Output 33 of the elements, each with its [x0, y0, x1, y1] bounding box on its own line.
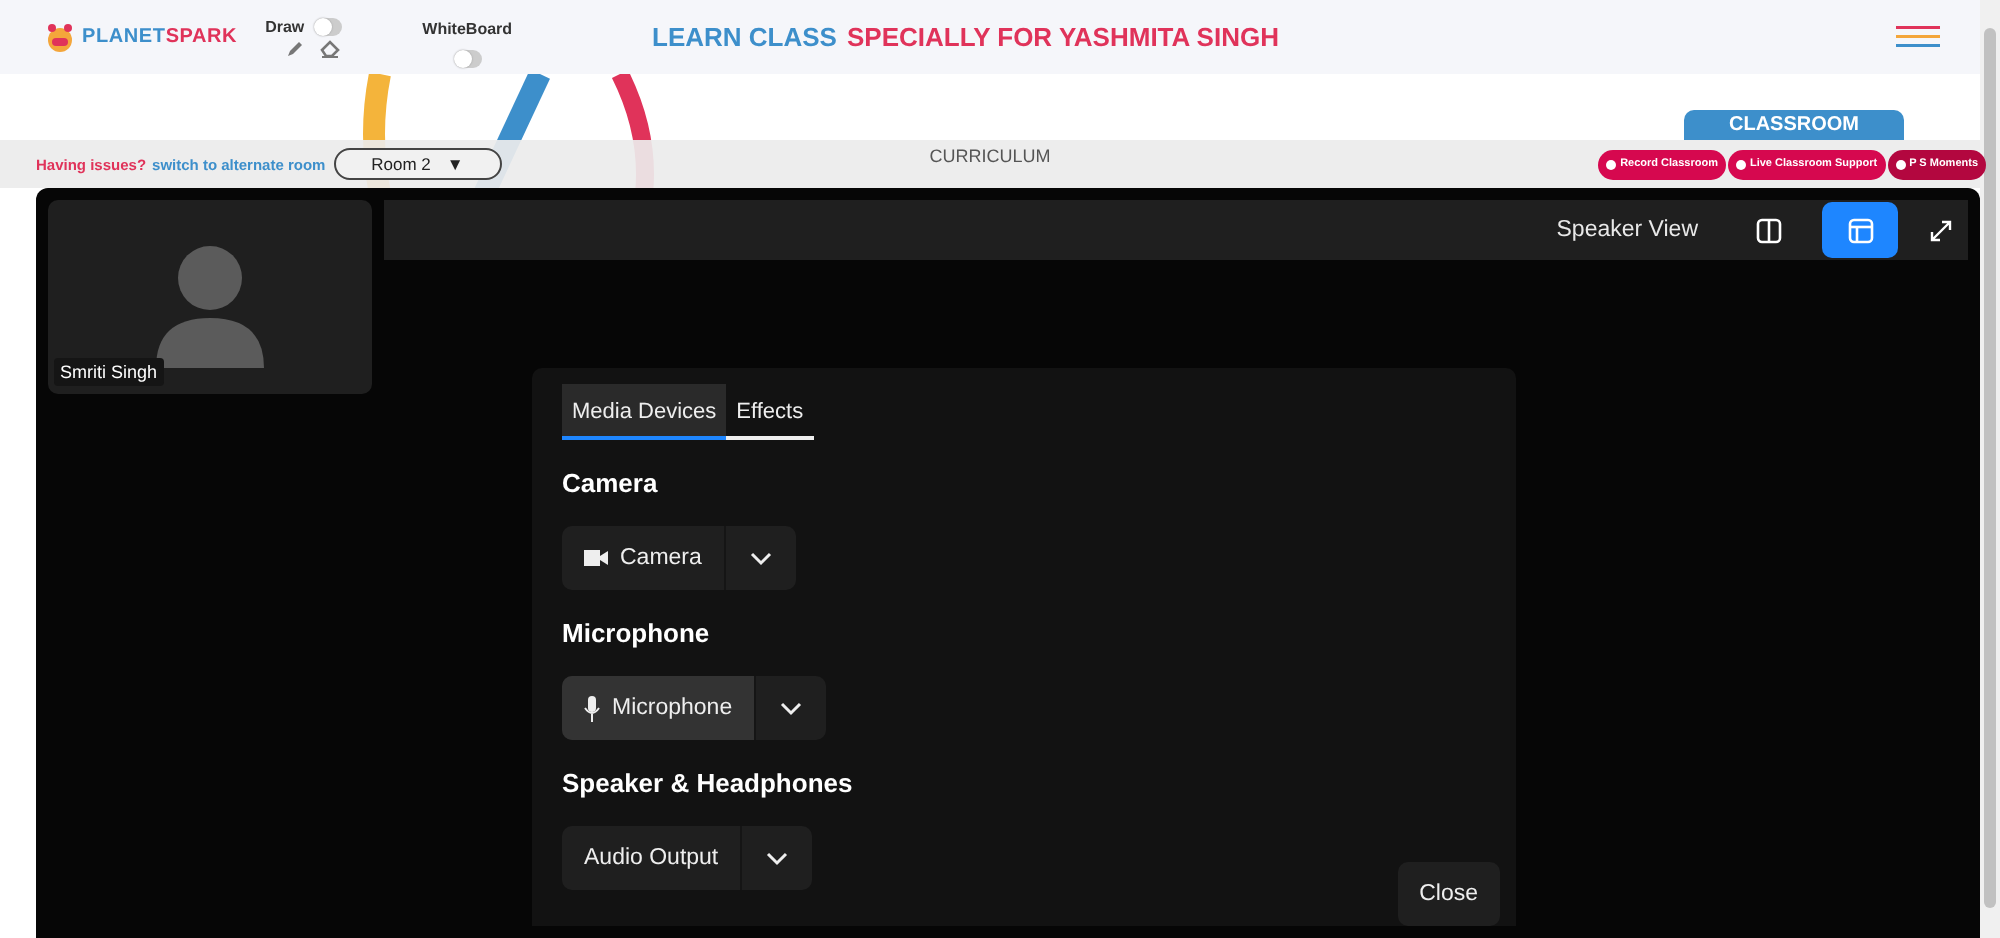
device-button[interactable]: Microphone [562, 676, 755, 740]
layout-icon [1847, 217, 1873, 243]
split-view-icon [1755, 217, 1781, 243]
draw-label: Draw [265, 17, 305, 35]
logo-icon [44, 21, 76, 53]
class-title: LEARN CLASS SPECIALLY FOR YASHMITA SINGH [652, 22, 1279, 52]
avatar-icon [152, 240, 268, 368]
curriculum-label: CURRICULUM [929, 146, 1051, 166]
scrollbar[interactable] [1980, 0, 2000, 938]
section-heading: Speaker & Headphones [562, 768, 855, 798]
room-select[interactable]: Room 2 ▼ [333, 148, 502, 180]
dialog-tab[interactable]: Media Devices [562, 384, 727, 440]
participant-name: Smriti Singh [54, 358, 164, 386]
eraser-icon[interactable] [319, 39, 340, 57]
classroom-tab[interactable]: CLASSROOM [1684, 110, 1904, 140]
layout-button[interactable] [1822, 202, 1898, 258]
pencil-icon[interactable] [285, 39, 304, 57]
chevron-icon [766, 851, 789, 865]
toggle-switch[interactable] [453, 49, 482, 67]
logo-text: PLANETSPARK [82, 26, 238, 48]
menu-icon[interactable] [1896, 26, 1940, 48]
close-button[interactable]: Close [1397, 862, 1500, 926]
toggle-switch[interactable] [314, 17, 343, 35]
video-camera-icon [584, 550, 608, 566]
whiteboard-label: WhiteBoard [422, 19, 513, 37]
fullscreen-icon[interactable] [1930, 219, 1952, 241]
chevron-icon [749, 551, 772, 565]
chevron-icon [780, 701, 803, 715]
view-label: Speaker View [1556, 218, 1698, 242]
section-heading: Camera [562, 468, 660, 498]
section-heading: Microphone [562, 618, 712, 648]
microphone-icon [584, 695, 600, 721]
dialog-tab[interactable]: Effects [726, 384, 814, 440]
